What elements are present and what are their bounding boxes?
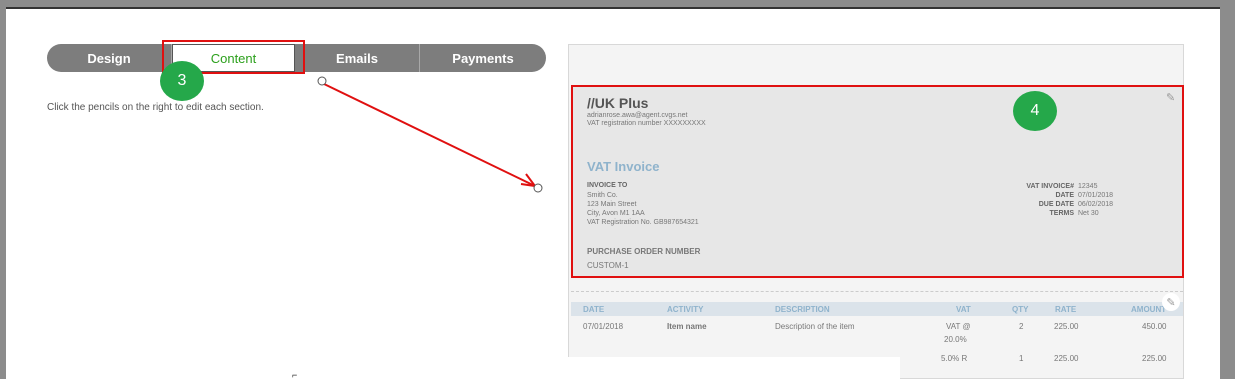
row-vat: VAT @ bbox=[946, 322, 971, 331]
line-items-header bbox=[571, 302, 1183, 316]
row-description: Description of the item bbox=[775, 322, 855, 331]
column-header: AMOUNT bbox=[1131, 305, 1167, 314]
column-header: DATE bbox=[583, 305, 605, 314]
row-rate: 225.00 bbox=[1054, 322, 1079, 331]
row-amount: 450.00 bbox=[1142, 322, 1167, 331]
column-header: RATE bbox=[1055, 305, 1077, 314]
tab-payments[interactable]: Payments bbox=[420, 44, 546, 72]
step-badge-3: 3 bbox=[160, 61, 204, 101]
overlay-popup-edge bbox=[568, 357, 900, 379]
column-header: ACTIVITY bbox=[667, 305, 704, 314]
row-vat-rate: 20.0% bbox=[944, 335, 967, 344]
edit-hint-text: Click the pencils on the right to edit e… bbox=[47, 102, 264, 113]
row-rate: 225.00 bbox=[1054, 354, 1079, 363]
row-activity: Item name bbox=[667, 322, 707, 331]
step-badge-4: 4 bbox=[1013, 91, 1057, 131]
window-left-frame bbox=[0, 0, 6, 379]
window-top-border bbox=[0, 7, 1220, 9]
column-header: QTY bbox=[1012, 305, 1029, 314]
column-header: DESCRIPTION bbox=[775, 305, 830, 314]
row-date: 07/01/2018 bbox=[583, 322, 624, 331]
window-right-frame bbox=[1220, 7, 1235, 379]
invoice-preview-top bbox=[569, 45, 1183, 83]
window-top-frame bbox=[0, 0, 1235, 7]
row-qty: 1 bbox=[1019, 354, 1024, 363]
section-divider bbox=[571, 291, 1183, 292]
column-header: VAT bbox=[956, 305, 971, 314]
pencil-icon[interactable]: ✎ bbox=[1166, 91, 1175, 104]
row-qty: 2 bbox=[1019, 322, 1024, 331]
tab-emails[interactable]: Emails bbox=[295, 44, 420, 72]
row-amount: 225.00 bbox=[1142, 354, 1167, 363]
tab-design[interactable]: Design bbox=[47, 44, 172, 72]
pencil-icon[interactable]: ✎ bbox=[1162, 293, 1180, 311]
row-vat: 5.0% R bbox=[941, 354, 968, 363]
header-highlight-box bbox=[571, 85, 1184, 278]
